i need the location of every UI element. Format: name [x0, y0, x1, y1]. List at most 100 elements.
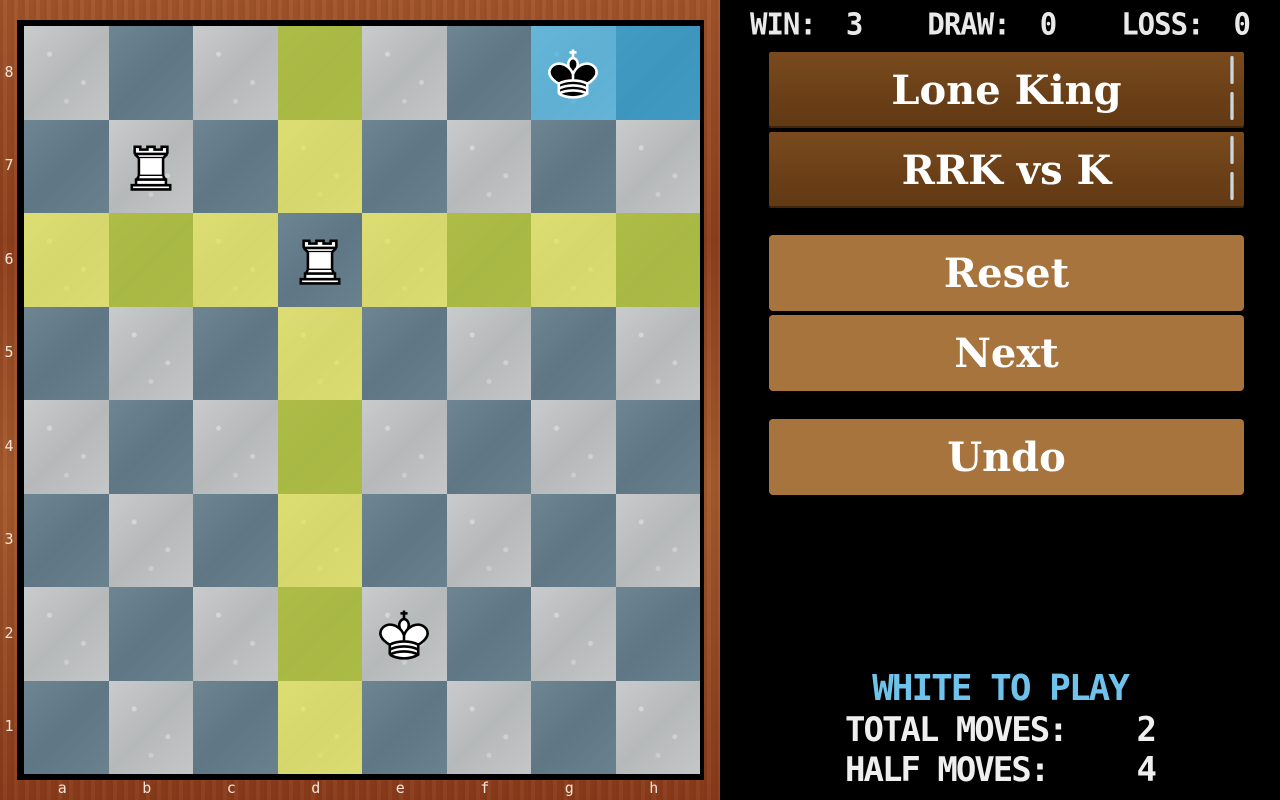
square-highlight: [193, 400, 278, 494]
square-d7[interactable]: [277, 119, 362, 213]
square-b7[interactable]: [108, 119, 194, 214]
square-a7[interactable]: [24, 119, 109, 213]
square-e3[interactable]: [362, 493, 447, 587]
game-status: WHITE TO PLAY TOTAL MOVES: 2 HALF MOVES:…: [845, 668, 1157, 790]
square-d5[interactable]: [277, 306, 362, 400]
square-highlight: [531, 400, 616, 494]
white-king-icon[interactable]: [362, 587, 447, 681]
reset-button[interactable]: Reset: [769, 235, 1244, 311]
square-c1[interactable]: [193, 680, 278, 774]
square-f6[interactable]: [446, 213, 531, 307]
square-highlight: [277, 680, 362, 774]
square-highlight: [24, 494, 109, 588]
black-king-icon[interactable]: [531, 26, 616, 120]
undo-button[interactable]: Undo: [769, 419, 1244, 495]
square-e2[interactable]: [362, 587, 447, 681]
square-d1[interactable]: [277, 680, 362, 774]
square-a4[interactable]: [24, 400, 109, 494]
square-a1[interactable]: [24, 680, 109, 774]
rank-label: 4: [4, 436, 14, 455]
square-highlight: [616, 400, 701, 494]
square-f5[interactable]: [446, 306, 531, 400]
square-h6[interactable]: [615, 213, 700, 307]
square-highlight: [616, 307, 701, 401]
square-f4[interactable]: [446, 400, 531, 494]
scroll-handle-icon: [1230, 172, 1234, 200]
square-e7[interactable]: [362, 119, 447, 213]
square-b6[interactable]: [108, 213, 193, 307]
white-rook-icon[interactable]: [278, 213, 363, 307]
win-count: 3: [845, 6, 863, 42]
square-h8[interactable]: [615, 26, 700, 120]
square-c4[interactable]: [193, 400, 278, 494]
total-moves: TOTAL MOVES: 2: [845, 710, 1157, 750]
square-g3[interactable]: [531, 493, 616, 587]
mode-selector-lone-king[interactable]: Lone King: [769, 52, 1244, 128]
square-c6[interactable]: [193, 213, 278, 307]
mode-selector-rrk-vs-k[interactable]: RRK vs K: [769, 132, 1244, 208]
square-b3[interactable]: [108, 493, 193, 587]
square-h2[interactable]: [615, 587, 700, 681]
file-label: c: [226, 779, 236, 797]
square-highlight: [277, 587, 362, 681]
square-a2[interactable]: [24, 587, 109, 681]
square-g4[interactable]: [531, 400, 616, 494]
square-highlight: [109, 26, 194, 120]
square-h3[interactable]: [615, 493, 700, 587]
square-highlight: [24, 307, 109, 401]
square-a6[interactable]: [24, 213, 109, 307]
square-d2[interactable]: [277, 587, 362, 681]
square-b5[interactable]: [108, 306, 193, 400]
white-rook-icon[interactable]: [109, 120, 194, 214]
square-h4[interactable]: [615, 400, 701, 494]
square-c5[interactable]: [193, 306, 278, 400]
square-g7[interactable]: [531, 119, 616, 213]
square-c8[interactable]: [193, 26, 278, 120]
square-b1[interactable]: [108, 680, 194, 775]
square-highlight: [616, 120, 701, 214]
square-c7[interactable]: [193, 119, 278, 213]
square-highlight: [109, 681, 194, 775]
square-e6[interactable]: [362, 213, 447, 307]
square-d8[interactable]: [277, 26, 362, 120]
rank-label: 8: [4, 62, 14, 81]
square-g5[interactable]: [531, 306, 616, 400]
mode-label: RRK vs K: [901, 146, 1112, 194]
square-highlight: [362, 400, 447, 494]
square-a8[interactable]: [24, 26, 109, 120]
square-a3[interactable]: [24, 493, 109, 588]
chess-board[interactable]: [24, 26, 700, 774]
square-h1[interactable]: [615, 680, 700, 774]
square-g6[interactable]: [531, 213, 616, 307]
square-f7[interactable]: [446, 119, 531, 213]
square-highlight: [447, 494, 532, 588]
total-moves-label: TOTAL MOVES:: [845, 710, 1069, 750]
square-c3[interactable]: [193, 493, 278, 587]
square-e5[interactable]: [362, 306, 447, 401]
square-f2[interactable]: [446, 587, 531, 681]
square-d6[interactable]: [277, 213, 363, 307]
square-f1[interactable]: [446, 680, 531, 774]
square-c2[interactable]: [193, 587, 278, 681]
loss-score: LOSS: 0: [1121, 6, 1251, 42]
file-label: g: [564, 779, 574, 797]
square-f8[interactable]: [446, 26, 531, 120]
square-h5[interactable]: [615, 306, 701, 401]
square-a5[interactable]: [24, 306, 109, 401]
square-g2[interactable]: [531, 587, 616, 681]
square-f3[interactable]: [446, 493, 532, 588]
square-b2[interactable]: [108, 587, 193, 681]
square-d3[interactable]: [277, 493, 362, 587]
next-button[interactable]: Next: [769, 315, 1244, 391]
square-e8[interactable]: [362, 26, 447, 120]
draw-count: 0: [1039, 6, 1057, 42]
square-d4[interactable]: [277, 400, 362, 494]
square-g1[interactable]: [531, 680, 616, 774]
square-e4[interactable]: [362, 400, 447, 494]
square-e1[interactable]: [362, 680, 447, 774]
square-b4[interactable]: [108, 400, 193, 494]
square-h7[interactable]: [615, 119, 701, 214]
square-b8[interactable]: [108, 26, 194, 120]
square-g8[interactable]: [531, 26, 616, 120]
square-highlight: [362, 307, 447, 401]
